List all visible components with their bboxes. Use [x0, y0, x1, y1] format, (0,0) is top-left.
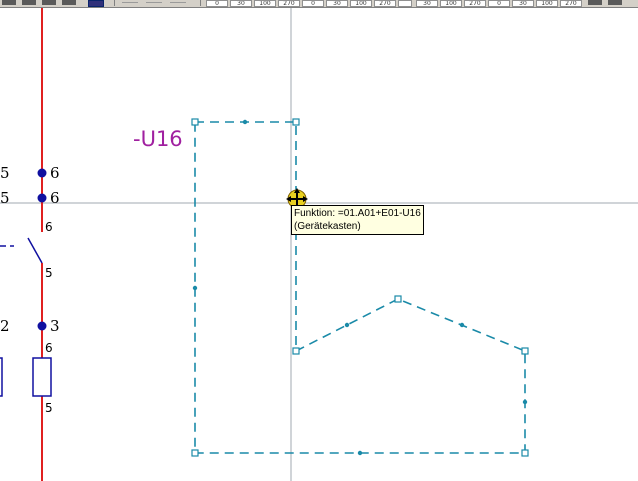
schematic-canvas[interactable]: -U16 5 6 5 6 6 5 2 3 6 5 — [0, 8, 638, 481]
toolbar-field-7[interactable]: 100 — [350, 0, 372, 7]
tooltip-description-text: (Gerätekasten) — [294, 221, 361, 232]
line-style-1[interactable] — [122, 2, 138, 3]
toolbar-field-12[interactable]: 0 — [488, 0, 510, 7]
toolbar-separator — [200, 0, 201, 6]
toolbar-button-selected[interactable] — [88, 0, 104, 7]
function-tooltip: Funktion: =01.A01+E01-U16 (Gerätekasten) — [291, 205, 424, 235]
line-style-3[interactable] — [170, 2, 186, 3]
midpoint-grips — [192, 119, 528, 456]
toolbar: 0 30 100 270 0 30 100 270 30 100 270 0 3… — [0, 0, 638, 8]
line-style-2[interactable] — [146, 2, 162, 3]
toolbar-field-11[interactable]: 270 — [464, 0, 486, 7]
terminal-dot — [37, 193, 47, 203]
pin-label: 5 — [45, 266, 53, 280]
switch-contact — [27, 237, 43, 264]
toolbar-field-13[interactable]: 30 — [512, 0, 534, 7]
toolbar-field-15[interactable]: 270 — [560, 0, 582, 7]
pin-label: 2 — [0, 317, 10, 335]
partial-fuse-left — [0, 357, 3, 397]
device-outline — [194, 121, 526, 454]
reference-designation-label: -U16 — [133, 127, 183, 151]
pin-label: 6 — [45, 220, 53, 234]
toolbar-button-5[interactable] — [588, 0, 602, 5]
toolbar-field-14[interactable]: 100 — [536, 0, 558, 7]
fuse-symbol — [32, 357, 52, 397]
toolbar-field-2[interactable]: 30 — [230, 0, 252, 7]
toolbar-field-6[interactable]: 30 — [326, 0, 348, 7]
terminal-dot — [37, 321, 47, 331]
toolbar-separator — [114, 0, 115, 6]
toolbar-field-10[interactable]: 100 — [440, 0, 462, 7]
pin-label: 6 — [50, 189, 60, 207]
toolbar-button-1[interactable] — [2, 0, 16, 5]
toolbar-button-2[interactable] — [22, 0, 36, 5]
toolbar-field-9[interactable]: 30 — [416, 0, 438, 7]
pin-label: 5 — [45, 401, 53, 415]
toolbar-field-3[interactable]: 100 — [254, 0, 276, 7]
pin-label: 5 — [0, 164, 10, 182]
terminal-dot — [37, 168, 47, 178]
toolbar-button-3[interactable] — [42, 0, 56, 5]
pin-label: 3 — [50, 317, 60, 335]
toolbar-field-5[interactable]: 0 — [302, 0, 324, 7]
selection-grips — [191, 118, 529, 457]
toolbar-button-6[interactable] — [608, 0, 622, 5]
tooltip-function-text: Funktion: =01.A01+E01-U16 — [294, 208, 421, 219]
pin-label: 6 — [50, 164, 60, 182]
toolbar-field-8[interactable]: 270 — [374, 0, 396, 7]
toolbar-button-4[interactable] — [62, 0, 76, 5]
toolbar-field-1[interactable]: 0 — [206, 0, 228, 7]
pin-label: 6 — [45, 341, 53, 355]
pin-label: 5 — [0, 189, 10, 207]
toolbar-dropdown[interactable] — [398, 0, 412, 7]
schematic-drawing — [0, 8, 638, 481]
toolbar-field-4[interactable]: 270 — [278, 0, 300, 7]
